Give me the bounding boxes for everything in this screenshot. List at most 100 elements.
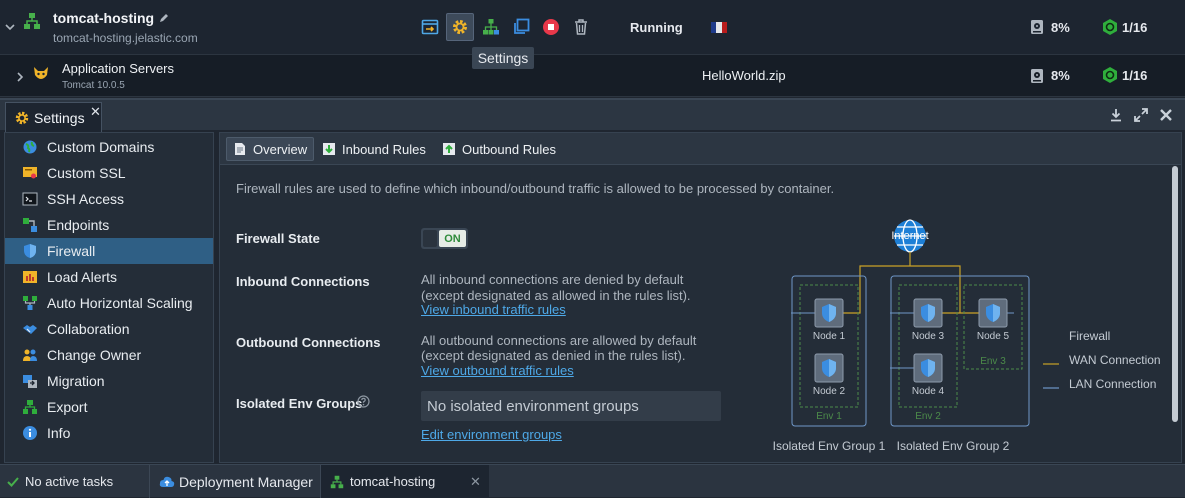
node-2: [814, 353, 844, 383]
sidebar-item-info[interactable]: Info: [5, 420, 213, 446]
sidebar-item-label: Collaboration: [47, 321, 130, 337]
node-version: Tomcat 10.0.5: [62, 80, 125, 91]
inbound-description-line1: All inbound connections are denied by de…: [421, 272, 684, 287]
settings-panel-tab[interactable]: Settings ✕: [5, 102, 102, 132]
sidebar-item-change-owner[interactable]: Change Owner: [5, 342, 213, 368]
close-tab-icon[interactable]: ✕: [470, 474, 481, 490]
legend-lan: LAN Connection: [1069, 377, 1156, 391]
node-5: [978, 298, 1008, 328]
settings-sidebar: Custom Domains Custom SSL SSH Access End…: [4, 132, 214, 463]
handshake-icon: [22, 321, 38, 337]
open-in-browser-button[interactable]: [416, 13, 444, 41]
toggle-on-label: ON: [439, 230, 466, 247]
clone-button[interactable]: [507, 13, 535, 41]
sidebar-item-custom-domains[interactable]: Custom Domains: [5, 134, 213, 160]
env-3-label: Env 3: [980, 356, 1006, 367]
sidebar-item-migration[interactable]: Migration: [5, 368, 213, 394]
firewall-state-label: Firewall State: [236, 231, 320, 246]
environment-domain-link[interactable]: tomcat-hosting.jelastic.com: [53, 31, 198, 45]
group-1-label: Isolated Env Group 1: [773, 439, 886, 453]
close-panel-icon[interactable]: [1159, 108, 1173, 122]
outbound-description-line2: (except designated as denied in the rule…: [421, 348, 686, 363]
legend-wan: WAN Connection: [1069, 353, 1160, 367]
delete-button[interactable]: [567, 13, 595, 41]
environment-name[interactable]: tomcat-hosting: [53, 10, 154, 26]
node-5-label: Node 5: [977, 331, 1010, 342]
tab-label: Inbound Rules: [342, 141, 426, 157]
bottom-bar: No active tasks Deployment Manager tomca…: [0, 464, 1185, 498]
sidebar-item-export[interactable]: Export: [5, 394, 213, 420]
stop-button[interactable]: [537, 13, 565, 41]
tab-outbound-rules[interactable]: Outbound Rules: [436, 137, 562, 161]
sidebar-item-label: Custom SSL: [47, 165, 126, 181]
gear-icon: [453, 20, 467, 34]
endpoints-icon: [22, 217, 38, 233]
environment-topology-icon: [330, 475, 344, 489]
help-icon[interactable]: [357, 395, 370, 408]
deployment-manager-tab[interactable]: Deployment Manager: [159, 465, 313, 498]
cloud-upload-icon: [159, 475, 175, 489]
view-inbound-rules-link[interactable]: View inbound traffic rules: [421, 302, 566, 317]
sidebar-item-label: Endpoints: [47, 217, 110, 233]
chevron-down-icon[interactable]: [5, 20, 15, 31]
firewall-state-toggle[interactable]: ON: [421, 228, 468, 249]
sidebar-item-auto-horizontal-scaling[interactable]: Auto Horizontal Scaling: [5, 290, 213, 316]
cpu-usage-value: 8%: [1051, 20, 1070, 35]
sidebar-item-label: Change Owner: [47, 347, 142, 363]
edit-name-icon[interactable]: [158, 12, 170, 24]
sidebar-item-label: Auto Horizontal Scaling: [47, 295, 193, 311]
maximize-icon[interactable]: [1134, 108, 1148, 122]
env-1-label: Env 1: [816, 411, 842, 422]
region-flag-icon[interactable]: [711, 22, 727, 33]
tab-overview[interactable]: Overview: [226, 137, 315, 161]
environment-row[interactable]: tomcat-hosting tomcat-hosting.jelastic.c…: [0, 0, 1185, 55]
disk-usage-icon: [1030, 19, 1044, 35]
node-row[interactable]: Application Servers Tomcat 10.0.5 HelloW…: [0, 55, 1185, 97]
firewall-tabs: Overview Inbound Rules Outbound Rules: [220, 133, 1181, 165]
download-icon[interactable]: [1109, 108, 1123, 122]
sidebar-item-ssh-access[interactable]: SSH Access: [5, 186, 213, 212]
node-group-name[interactable]: Application Servers: [62, 61, 174, 76]
tab-inbound-rules[interactable]: Inbound Rules: [316, 137, 432, 161]
toggle-knob: [423, 230, 437, 247]
certificate-icon: [22, 165, 38, 181]
change-topology-button[interactable]: [477, 13, 505, 41]
terminal-icon: [22, 191, 38, 207]
outbound-connections-label: Outbound Connections: [236, 335, 381, 350]
chevron-right-icon[interactable]: [16, 70, 24, 82]
node-1: [814, 298, 844, 328]
isolation-diagram: Internet Node 1 Node 2 Node 3 Node 4 Nod…: [773, 219, 1160, 453]
node-3: [913, 298, 943, 328]
sidebar-item-label: SSH Access: [47, 191, 125, 207]
sidebar-item-load-alerts[interactable]: Load Alerts: [5, 264, 213, 290]
environment-topology-icon: [23, 12, 41, 30]
cloudlets-icon: [1101, 18, 1119, 36]
tomcat-icon: [32, 65, 50, 83]
environment-status: Running: [630, 20, 683, 35]
legend-firewall: Firewall: [1069, 329, 1110, 343]
sidebar-item-custom-ssl[interactable]: Custom SSL: [5, 160, 213, 186]
firewall-content: Overview Inbound Rules Outbound Rules Fi…: [219, 132, 1182, 463]
node-4-label: Node 4: [912, 386, 945, 397]
scaling-icon: [22, 295, 38, 311]
cloudlets-icon: [1101, 66, 1119, 84]
group-2-label: Isolated Env Group 2: [897, 439, 1010, 453]
view-outbound-rules-link[interactable]: View outbound traffic rules: [421, 363, 574, 378]
close-tab-icon[interactable]: ✕: [90, 104, 101, 120]
edit-environment-groups-link[interactable]: Edit environment groups: [421, 427, 562, 442]
environment-tab[interactable]: tomcat-hosting ✕: [321, 465, 489, 498]
settings-button[interactable]: [446, 13, 474, 41]
tasks-status[interactable]: No active tasks: [7, 465, 113, 498]
outbound-icon: [442, 142, 456, 156]
deployed-application[interactable]: HelloWorld.zip: [702, 68, 786, 83]
sidebar-item-label: Info: [47, 425, 71, 441]
sidebar-item-label: Load Alerts: [47, 269, 118, 285]
node-cpu-value: 8%: [1051, 68, 1070, 83]
sidebar-item-collaboration[interactable]: Collaboration: [5, 316, 213, 342]
isolated-groups-field[interactable]: No isolated environment groups: [421, 391, 721, 421]
sidebar-item-label: Custom Domains: [47, 139, 155, 155]
sidebar-item-endpoints[interactable]: Endpoints: [5, 212, 213, 238]
sidebar-item-firewall[interactable]: Firewall: [5, 238, 213, 264]
vertical-scrollbar[interactable]: [1172, 166, 1178, 422]
isolated-groups-value: No isolated environment groups: [427, 397, 639, 415]
